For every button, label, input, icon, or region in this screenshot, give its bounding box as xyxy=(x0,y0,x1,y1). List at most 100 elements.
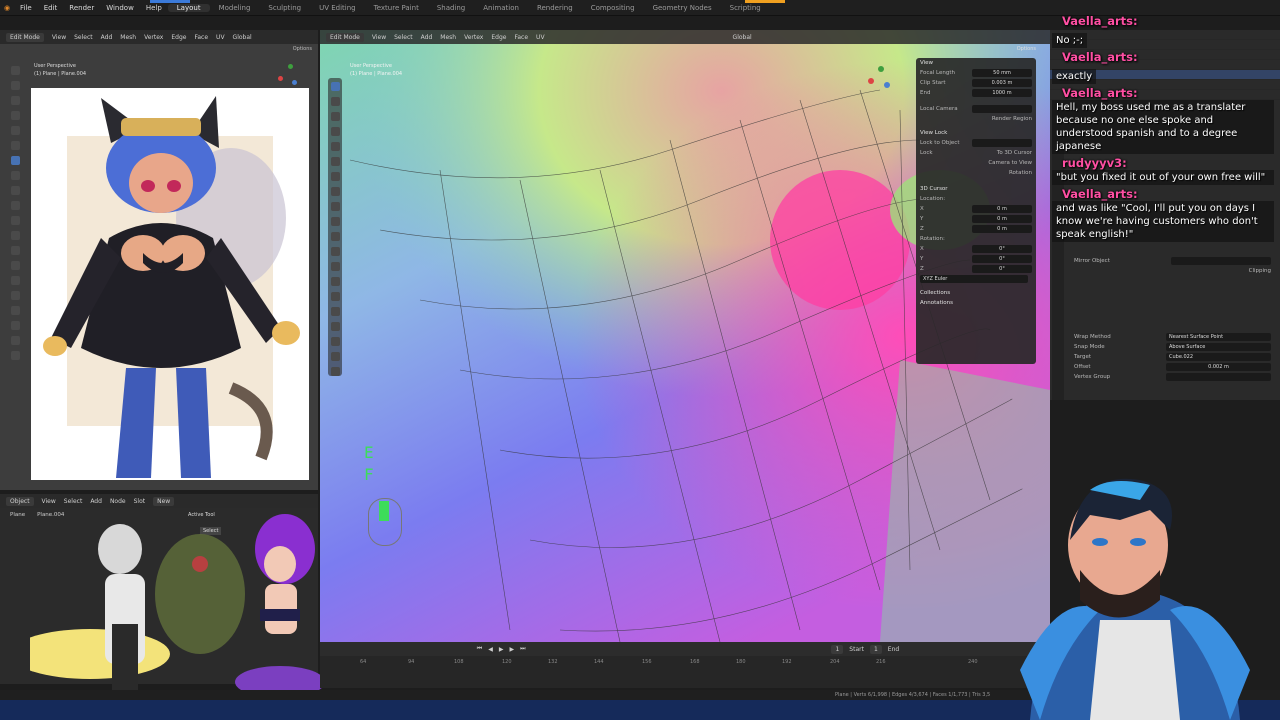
clip-end-field[interactable]: 1000 m xyxy=(972,89,1032,97)
euler-row[interactable]: XYZ Euler xyxy=(916,274,1036,284)
transform-tool-icon[interactable] xyxy=(330,157,340,166)
options-button[interactable]: Options xyxy=(1017,46,1036,52)
rotation-mode-dropdown[interactable]: XYZ Euler xyxy=(920,275,1028,283)
clipping-checkbox[interactable]: Clipping xyxy=(1249,268,1271,274)
jump-start-icon[interactable]: ⏮ xyxy=(477,645,482,653)
extrude-tool-icon[interactable] xyxy=(330,202,340,211)
location-y-field[interactable]: 0 m xyxy=(972,215,1032,223)
slide-tool-icon[interactable] xyxy=(10,306,20,315)
scale-tool-icon[interactable] xyxy=(330,142,340,151)
menu-file[interactable]: File xyxy=(14,4,38,12)
menu-render[interactable]: Render xyxy=(63,4,100,12)
menu-add[interactable]: Add xyxy=(101,34,113,41)
extrude-tool-icon[interactable] xyxy=(10,186,20,195)
options-button[interactable]: Options xyxy=(293,46,312,52)
start-frame-field[interactable]: 1 xyxy=(869,644,882,654)
location-x-field[interactable]: 0 m xyxy=(972,205,1032,213)
camera-to-view-row[interactable]: Camera to View xyxy=(916,158,1036,168)
3d-cursor-title[interactable]: 3D Cursor xyxy=(916,184,1036,194)
menu-view[interactable]: View xyxy=(52,34,66,41)
tab-sculpting[interactable]: Sculpting xyxy=(259,4,310,12)
transform-orientation[interactable]: Global xyxy=(233,34,252,41)
tab-compositing[interactable]: Compositing xyxy=(582,4,644,12)
bevel-tool-icon[interactable] xyxy=(10,216,20,225)
menu-uv[interactable]: UV xyxy=(216,34,225,41)
spin-tool-icon[interactable] xyxy=(330,292,340,301)
knife-tool-icon[interactable] xyxy=(10,246,20,255)
tab-modeling[interactable]: Modeling xyxy=(210,4,260,12)
rotate-tool-icon[interactable] xyxy=(10,111,20,120)
shear-tool-icon[interactable] xyxy=(330,352,340,361)
tab-scripting[interactable]: Scripting xyxy=(721,4,770,12)
rotation-y-field[interactable]: 0° xyxy=(972,255,1032,263)
select-tool-icon[interactable] xyxy=(330,82,340,91)
select-tool-icon[interactable] xyxy=(10,66,20,75)
tab-texture-paint[interactable]: Texture Paint xyxy=(365,4,428,12)
left-viewport[interactable]: Edit Mode View Select Add Mesh Vertex Ed… xyxy=(0,30,318,490)
measure-tool-icon[interactable] xyxy=(10,171,20,180)
blender-logo-icon[interactable]: ◉ xyxy=(0,4,14,12)
rip-tool-icon[interactable] xyxy=(330,367,340,376)
scale-tool-icon[interactable] xyxy=(10,126,20,135)
menu-edge[interactable]: Edge xyxy=(171,34,186,41)
menu-edge[interactable]: Edge xyxy=(491,34,506,41)
rotation-z-field[interactable]: 0° xyxy=(972,265,1032,273)
render-region-row[interactable]: Render Region xyxy=(916,114,1036,124)
bevel-tool-icon[interactable] xyxy=(330,232,340,241)
rotation-x-field[interactable]: 0° xyxy=(972,245,1032,253)
tab-layout[interactable]: Layout xyxy=(167,3,210,12)
collections-title[interactable]: Collections xyxy=(916,288,1036,298)
local-camera-row[interactable]: Local Camera xyxy=(916,104,1036,114)
transform-orientation[interactable]: Global xyxy=(733,34,752,41)
inset-tool-icon[interactable] xyxy=(10,201,20,210)
node-editor[interactable]: Object View Select Add Node Slot New Pla… xyxy=(0,494,325,698)
cursor-tool-icon[interactable] xyxy=(10,81,20,90)
shear-tool-icon[interactable] xyxy=(10,336,20,345)
navigation-gizmo[interactable] xyxy=(868,66,894,92)
smooth-tool-icon[interactable] xyxy=(10,291,20,300)
move-tool-icon[interactable] xyxy=(330,112,340,121)
clipping-row[interactable]: Clipping xyxy=(1070,266,1275,276)
target-field[interactable]: Cube.022 xyxy=(1166,353,1271,361)
slide-tool-icon[interactable] xyxy=(330,322,340,331)
cursor-tool-icon[interactable] xyxy=(330,97,340,106)
jump-end-icon[interactable]: ⏭ xyxy=(520,645,525,653)
snap-mode-dropdown[interactable]: Above Surface xyxy=(1166,343,1271,351)
view-section-title[interactable]: View xyxy=(916,58,1036,68)
main-viewport[interactable]: Edit Mode View Select Add Mesh Vertex Ed… xyxy=(320,30,1050,642)
rotate-tool-icon[interactable] xyxy=(330,127,340,136)
menu-select[interactable]: Select xyxy=(74,34,93,41)
annotations-title[interactable]: Annotations xyxy=(916,298,1036,308)
annotate-tool-icon[interactable] xyxy=(330,172,340,181)
rotation-lock-row[interactable]: Rotation xyxy=(916,168,1036,178)
clip-start-field[interactable]: 0.003 m xyxy=(972,79,1032,87)
next-key-icon[interactable]: ▶ xyxy=(509,646,514,653)
tab-geometry-nodes[interactable]: Geometry Nodes xyxy=(644,4,721,12)
to-3d-cursor-checkbox[interactable]: To 3D Cursor xyxy=(997,150,1032,156)
view-lock-title[interactable]: View Lock xyxy=(916,128,1036,138)
menu-vertex[interactable]: Vertex xyxy=(144,34,163,41)
menu-uv[interactable]: UV xyxy=(536,34,545,41)
timeline-ruler[interactable]: 64 94 108 120 132 144 156 168 180 192 20… xyxy=(320,656,1050,668)
spin-tool-icon[interactable] xyxy=(10,276,20,285)
menu-edit[interactable]: Edit xyxy=(38,4,64,12)
location-z-field[interactable]: 0 m xyxy=(972,225,1032,233)
menu-window[interactable]: Window xyxy=(100,4,140,12)
focal-length-field[interactable]: 50 mm xyxy=(972,69,1032,77)
menu-view[interactable]: View xyxy=(372,34,386,41)
measure-tool-icon[interactable] xyxy=(330,187,340,196)
breadcrumb-plane[interactable]: Plane xyxy=(10,512,25,518)
rip-tool-icon[interactable] xyxy=(10,351,20,360)
menu-face[interactable]: Face xyxy=(514,34,528,41)
annotate-tool-icon[interactable] xyxy=(10,156,20,165)
tab-animation[interactable]: Animation xyxy=(474,4,528,12)
shrink-tool-icon[interactable] xyxy=(330,337,340,346)
polybuild-tool-icon[interactable] xyxy=(10,261,20,270)
vertex-group-field[interactable] xyxy=(1166,373,1271,381)
transform-tool-icon[interactable] xyxy=(10,141,20,150)
offset-field[interactable]: 0.002 m xyxy=(1166,363,1271,371)
mode-selector[interactable]: Edit Mode xyxy=(326,32,364,42)
timeline[interactable]: ⏮ ◀ ▶ ▶ ⏭ 1 Start 1 End 64 94 108 120 13… xyxy=(320,642,1050,688)
move-tool-icon[interactable] xyxy=(10,96,20,105)
prev-key-icon[interactable]: ◀ xyxy=(488,646,493,653)
